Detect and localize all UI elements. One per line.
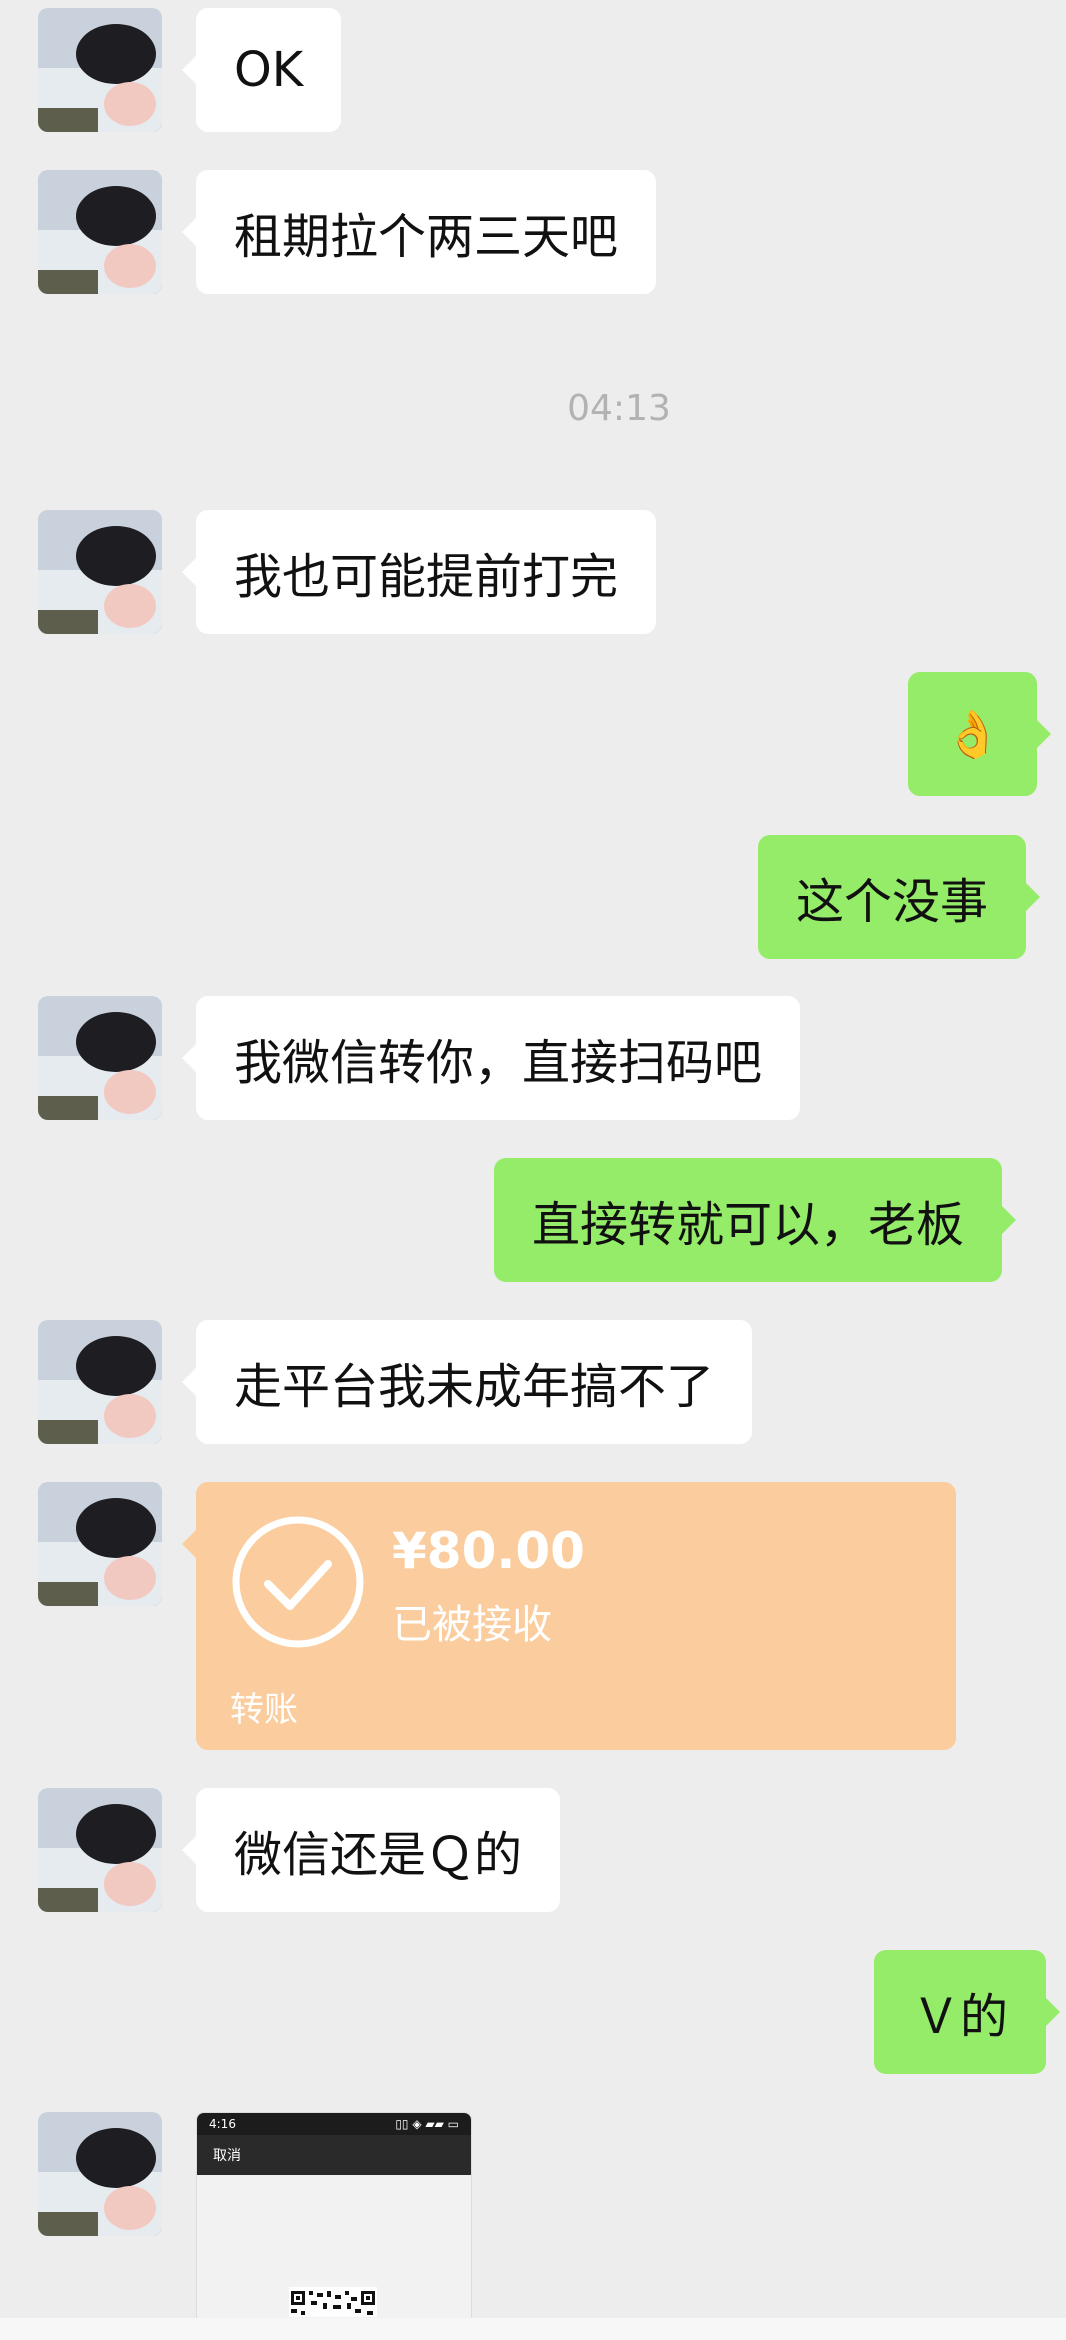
avatar[interactable] [38, 1320, 162, 1444]
timestamp-separator: 04:13 [567, 388, 671, 429]
avatar[interactable] [38, 170, 162, 294]
avatar-image [38, 8, 162, 132]
message-bubble-incoming[interactable]: 租期拉个两三天吧 [181, 170, 657, 294]
screenshot-nav-bar: 取消 [197, 2135, 471, 2175]
message-bubble-incoming[interactable]: 我微信转你，直接扫码吧 [181, 996, 801, 1120]
avatar-image [38, 1788, 162, 1912]
screenshot-status-icons: ▯▯ ◈ ▰▰ ▭ [395, 2117, 459, 2131]
message-bubble-outgoing[interactable]: Ｖ的 [874, 1950, 1061, 2074]
transfer-amount: ¥80.00 [392, 1522, 585, 1580]
avatar-image [38, 170, 162, 294]
message-text: 租期拉个两三天吧 [234, 209, 619, 265]
avatar[interactable] [38, 8, 162, 132]
message-bubble-outgoing[interactable]: 这个没事 [758, 835, 1041, 959]
message-bubble-incoming[interactable]: 我也可能提前打完 [181, 510, 657, 634]
message-text: 这个没事 [796, 874, 989, 930]
avatar[interactable] [38, 1482, 162, 1606]
avatar[interactable] [38, 510, 162, 634]
bottom-input-bar-edge [0, 2318, 1066, 2340]
message-text: 我也可能提前打完 [234, 549, 619, 605]
screenshot-status-bar: 4:16 ▯▯ ◈ ▰▰ ▭ [197, 2113, 471, 2135]
transfer-status: 已被接收 [392, 1602, 552, 1648]
qr-code-icon [289, 2287, 377, 2317]
message-bubble-incoming[interactable]: OK [181, 8, 342, 132]
message-text: 直接转就可以，老板 [532, 1197, 965, 1253]
message-text: 走平台我未成年搞不了 [234, 1359, 715, 1415]
message-bubble-incoming[interactable]: 走平台我未成年搞不了 [181, 1320, 753, 1444]
screenshot-status-time: 4:16 [209, 2117, 236, 2131]
avatar-image [38, 510, 162, 634]
check-circle-icon [232, 1516, 364, 1648]
avatar-image [38, 996, 162, 1120]
avatar[interactable] [38, 996, 162, 1120]
avatar[interactable] [38, 2112, 162, 2236]
transfer-label: 转账 [230, 1690, 298, 1730]
avatar[interactable] [38, 1788, 162, 1912]
ok-hand-emoji: 👌 [944, 706, 1002, 761]
avatar-image [38, 1482, 162, 1606]
transfer-card[interactable]: ¥80.00 已被接收 转账 [182, 1482, 956, 1750]
message-text: OK [234, 42, 304, 98]
message-bubble-incoming[interactable]: 微信还是Ｑ的 [181, 1788, 561, 1912]
screenshot-cancel-label: 取消 [213, 2148, 241, 2164]
image-message[interactable]: 4:16 ▯▯ ◈ ▰▰ ▭ 取消 [196, 2112, 472, 2340]
message-text: 微信还是Ｑ的 [234, 1827, 523, 1883]
avatar-image [38, 2112, 162, 2236]
message-text: 我微信转你，直接扫码吧 [234, 1035, 763, 1091]
message-text: Ｖ的 [912, 1989, 1009, 2045]
message-bubble-outgoing[interactable]: 直接转就可以，老板 [494, 1158, 1017, 1282]
avatar-image [38, 1320, 162, 1444]
message-bubble-outgoing[interactable]: 👌 [908, 672, 1052, 796]
